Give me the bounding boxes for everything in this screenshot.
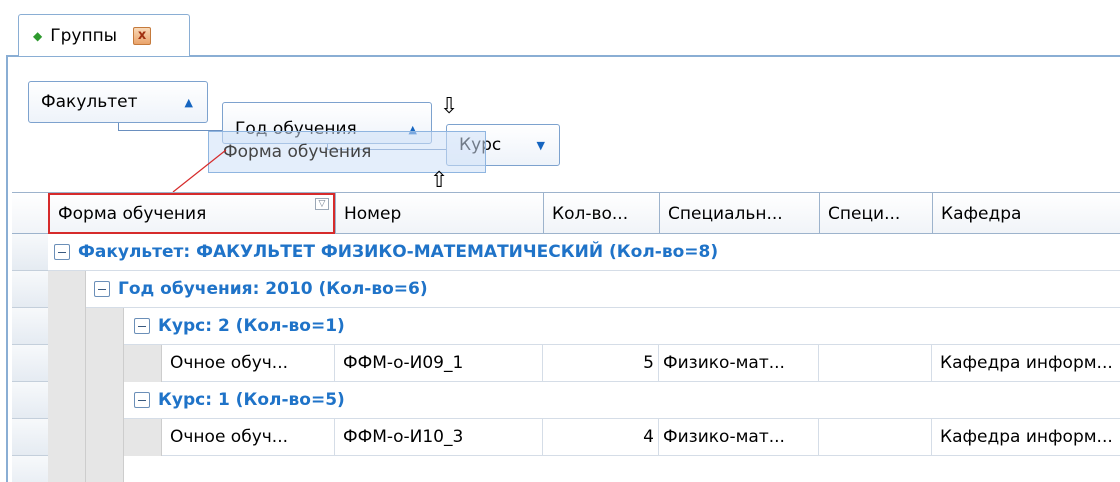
- drop-arrow-down-icon: ⇩: [440, 94, 459, 119]
- header-specialization[interactable]: Специ...: [819, 193, 932, 234]
- header-count[interactable]: Кол-во...: [543, 193, 659, 234]
- collapse-icon[interactable]: [54, 244, 70, 260]
- group-connector: [118, 123, 222, 131]
- cell-department: Кафедра информ...: [940, 427, 1113, 447]
- cell-specialization: [819, 419, 932, 455]
- grid-header: Форма обучения ▽ Номер Кол-во... Специал…: [12, 192, 1120, 234]
- tab-groups[interactable]: ◆ Группы x: [18, 14, 190, 56]
- drag-ghost-label: Форма обучения: [223, 142, 372, 162]
- drop-arrow-up-icon: ⇧: [430, 168, 449, 193]
- row-indicator[interactable]: [12, 271, 48, 308]
- group-row-course-1[interactable]: Курс: 1 (Кол-во=5): [124, 382, 1120, 419]
- indent-band: [124, 419, 162, 456]
- group-label: Факультет: ФАКУЛЬТЕТ ФИЗИКО-МАТЕМАТИЧЕСК…: [78, 242, 719, 262]
- header-department[interactable]: Кафедра: [932, 193, 1120, 234]
- row-indicator[interactable]: [12, 234, 48, 271]
- header-indicator: [12, 193, 48, 234]
- header-number[interactable]: Номер: [335, 193, 543, 234]
- cell-department: Кафедра информ...: [940, 353, 1113, 373]
- group-row-faculty[interactable]: Факультет: ФАКУЛЬТЕТ ФИЗИКО-МАТЕМАТИЧЕСК…: [48, 234, 1120, 271]
- header-label: Форма обучения: [58, 203, 207, 224]
- row-indicator[interactable]: [12, 419, 48, 456]
- close-icon[interactable]: x: [133, 26, 152, 45]
- header-label: Кафедра: [941, 203, 1022, 224]
- header-label: Специ...: [828, 203, 901, 224]
- cell-count: 5: [543, 345, 659, 381]
- tab-title: Группы: [50, 25, 118, 46]
- group-label: Курс: 1 (Кол-во=5): [158, 390, 345, 410]
- filter-icon[interactable]: ▽: [315, 198, 329, 210]
- group-row-course-2[interactable]: Курс: 2 (Кол-во=1): [124, 308, 1120, 345]
- indent-band: [124, 345, 162, 382]
- cell-specialty: Физико-мат...: [659, 345, 819, 381]
- cell-study-form: Очное обуч...: [162, 345, 335, 381]
- cell-number: ФФМ-о-И09_1: [335, 345, 543, 381]
- row-indicator[interactable]: [12, 345, 48, 382]
- collapse-icon[interactable]: [134, 392, 150, 408]
- group-label: Год обучения: 2010 (Кол-во=6): [118, 279, 428, 299]
- row-indicator[interactable]: [12, 382, 48, 419]
- header-label: Номер: [344, 203, 402, 224]
- header-label: Специальн...: [668, 203, 783, 224]
- cell-specialization: [819, 345, 932, 381]
- collapse-icon[interactable]: [94, 281, 110, 297]
- row-indicator[interactable]: [12, 456, 48, 482]
- table-row[interactable]: Очное обуч... ФФМ-о-И09_1 5 Физико-мат..…: [162, 345, 1120, 382]
- header-study-form[interactable]: Форма обучения ▽: [48, 193, 335, 234]
- collapse-icon[interactable]: [134, 318, 150, 334]
- indent-band: [48, 271, 86, 482]
- group-button-label: Факультет: [41, 92, 138, 112]
- group-label: Курс: 2 (Кол-во=1): [158, 316, 345, 336]
- cell-count: 4: [543, 419, 659, 455]
- table-row[interactable]: Очное обуч... ФФМ-о-И10_3 4 Физико-мат..…: [162, 419, 1120, 456]
- row-indicator-column: [12, 234, 48, 482]
- cell-number: ФФМ-о-И10_3: [335, 419, 543, 455]
- drag-ghost-study-form: Форма обучения: [208, 131, 486, 173]
- cell-study-form: Очное обуч...: [162, 419, 335, 455]
- row-indicator[interactable]: [12, 308, 48, 345]
- diamond-icon: ◆: [33, 28, 43, 43]
- group-button-faculty[interactable]: Факультет ▲: [28, 81, 208, 123]
- header-specialty[interactable]: Специальн...: [659, 193, 819, 234]
- header-label: Кол-во...: [552, 203, 629, 224]
- sort-ascending-icon: ▲: [184, 95, 193, 109]
- sort-descending-icon: ▼: [536, 138, 545, 152]
- indent-band: [86, 308, 124, 482]
- group-row-study-year[interactable]: Год обучения: 2010 (Кол-во=6): [86, 271, 1120, 308]
- cell-specialty: Физико-мат...: [659, 419, 819, 455]
